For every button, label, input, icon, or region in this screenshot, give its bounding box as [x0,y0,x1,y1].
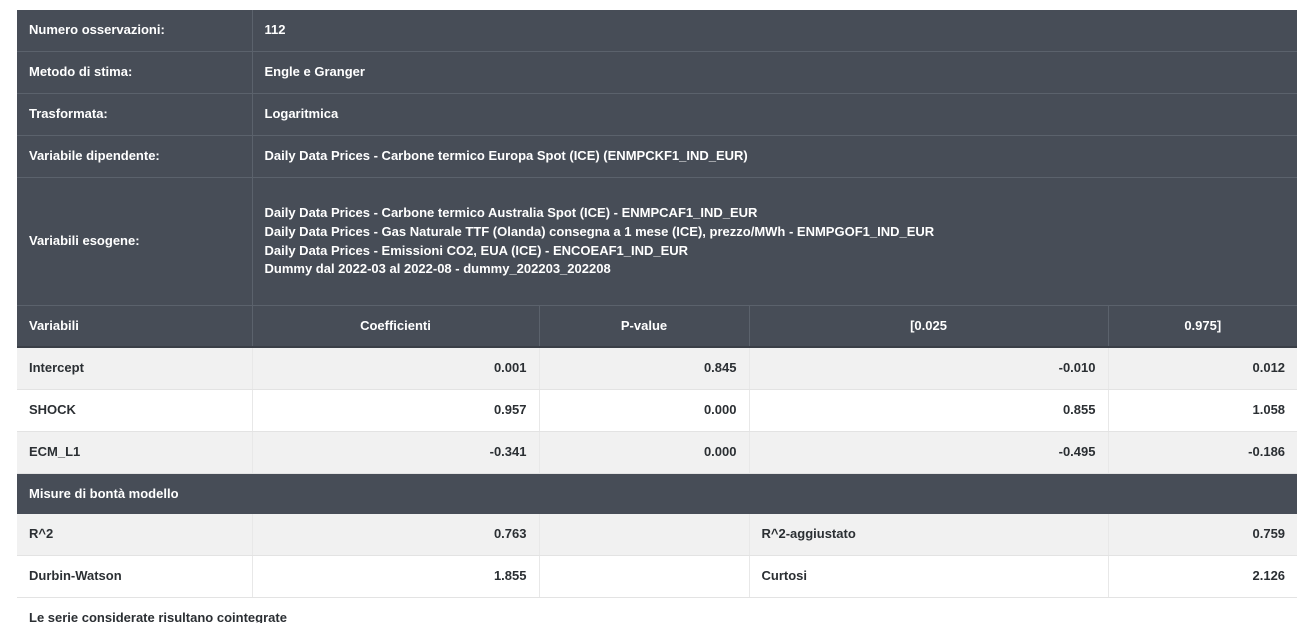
fit-value-r2: 0.763 [251,514,539,556]
coefficient-ci-low: -0.010 [748,347,1108,390]
coefficient-pvalue: 0.000 [538,389,749,432]
fit-value-kurtosis: 2.126 [1107,555,1298,598]
coefficient-ci-low: 0.855 [748,389,1108,432]
table-row: SHOCK 0.957 0.000 0.855 1.058 [17,389,1298,432]
coefficient-variable-name: Intercept [17,347,252,390]
meta-label-dependent-variable: Variabile dipendente: [17,135,252,178]
meta-value-observations: 112 [251,10,1298,52]
coefficient-ci-high: 0.012 [1107,347,1298,390]
meta-value-transform: Logaritmica [251,93,1298,136]
page-root: Numero osservazioni: 112 Metodo di stima… [0,0,1307,623]
conclusion-note-row: Le serie considerate risultano cointegra… [17,597,1298,623]
meta-row-dependent-variable: Variabile dipendente: Daily Data Prices … [17,135,1298,178]
coefficient-value: 0.957 [251,389,539,432]
coefficient-ci-high: -0.186 [1107,431,1298,474]
exogenous-variable-line: Dummy dal 2022-03 al 2022-08 - dummy_202… [264,261,611,277]
coefficient-variable-name: ECM_L1 [17,431,252,474]
exogenous-variable-line: Daily Data Prices - Carbone termico Aust… [264,204,758,220]
meta-row-transform: Trasformata: Logaritmica [17,93,1298,136]
exogenous-variable-line: Daily Data Prices - Emissioni CO2, EUA (… [264,242,689,258]
meta-label-exogenous-variables: Variabili esogene: [17,177,252,306]
coefficient-pvalue: 0.000 [538,431,749,474]
meta-row-observations: Numero osservazioni: 112 [17,10,1298,52]
meta-value-exogenous-variables: Daily Data Prices - Carbone termico Aust… [251,177,1298,306]
coefficient-value: 0.001 [251,347,539,390]
fit-value-durbin-watson: 1.855 [251,555,539,598]
fit-label-r2: R^2 [17,514,252,556]
fit-label-r2-adjusted: R^2-aggiustato [748,514,1108,556]
table-row: Durbin-Watson 1.855 Curtosi 2.126 [17,555,1298,598]
fit-section-header: Misure di bontà modello [17,473,1298,514]
coefficient-variable-name: SHOCK [17,389,252,432]
meta-row-estimation-method: Metodo di stima: Engle e Granger [17,51,1298,94]
fit-label-kurtosis: Curtosi [748,555,1108,598]
model-results-table: Numero osservazioni: 112 Metodo di stima… [17,10,1298,623]
conclusion-note-text: Le serie considerate risultano cointegra… [17,597,1298,623]
table-row: Intercept 0.001 0.845 -0.010 0.012 [17,347,1298,390]
column-header-ci-low: [0.025 [748,305,1108,348]
column-header-ci-high: 0.975] [1107,305,1298,348]
coefficient-ci-low: -0.495 [748,431,1108,474]
fit-label-durbin-watson: Durbin-Watson [17,555,252,598]
meta-label-transform: Trasformata: [17,93,252,136]
meta-value-dependent-variable: Daily Data Prices - Carbone termico Euro… [251,135,1298,178]
exogenous-variable-line: Daily Data Prices - Gas Naturale TTF (Ol… [264,223,935,239]
fit-spacer-cell [538,514,749,556]
meta-row-exogenous-variables: Variabili esogene: Daily Data Prices - C… [17,177,1298,306]
meta-label-estimation-method: Metodo di stima: [17,51,252,94]
column-header-variabili: Variabili [17,305,252,348]
table-row: R^2 0.763 R^2-aggiustato 0.759 [17,514,1298,556]
column-header-pvalue: P-value [538,305,749,348]
coefficients-header-row: Variabili Coefficienti P-value [0.025 0.… [17,305,1298,348]
fit-section-title: Misure di bontà modello [17,473,1298,514]
fit-value-r2-adjusted: 0.759 [1107,514,1298,556]
column-header-coefficienti: Coefficienti [251,305,539,348]
meta-label-observations: Numero osservazioni: [17,10,252,52]
coefficient-ci-high: 1.058 [1107,389,1298,432]
coefficient-pvalue: 0.845 [538,347,749,390]
fit-spacer-cell [538,555,749,598]
coefficient-value: -0.341 [251,431,539,474]
table-row: ECM_L1 -0.341 0.000 -0.495 -0.186 [17,431,1298,474]
meta-value-estimation-method: Engle e Granger [251,51,1298,94]
